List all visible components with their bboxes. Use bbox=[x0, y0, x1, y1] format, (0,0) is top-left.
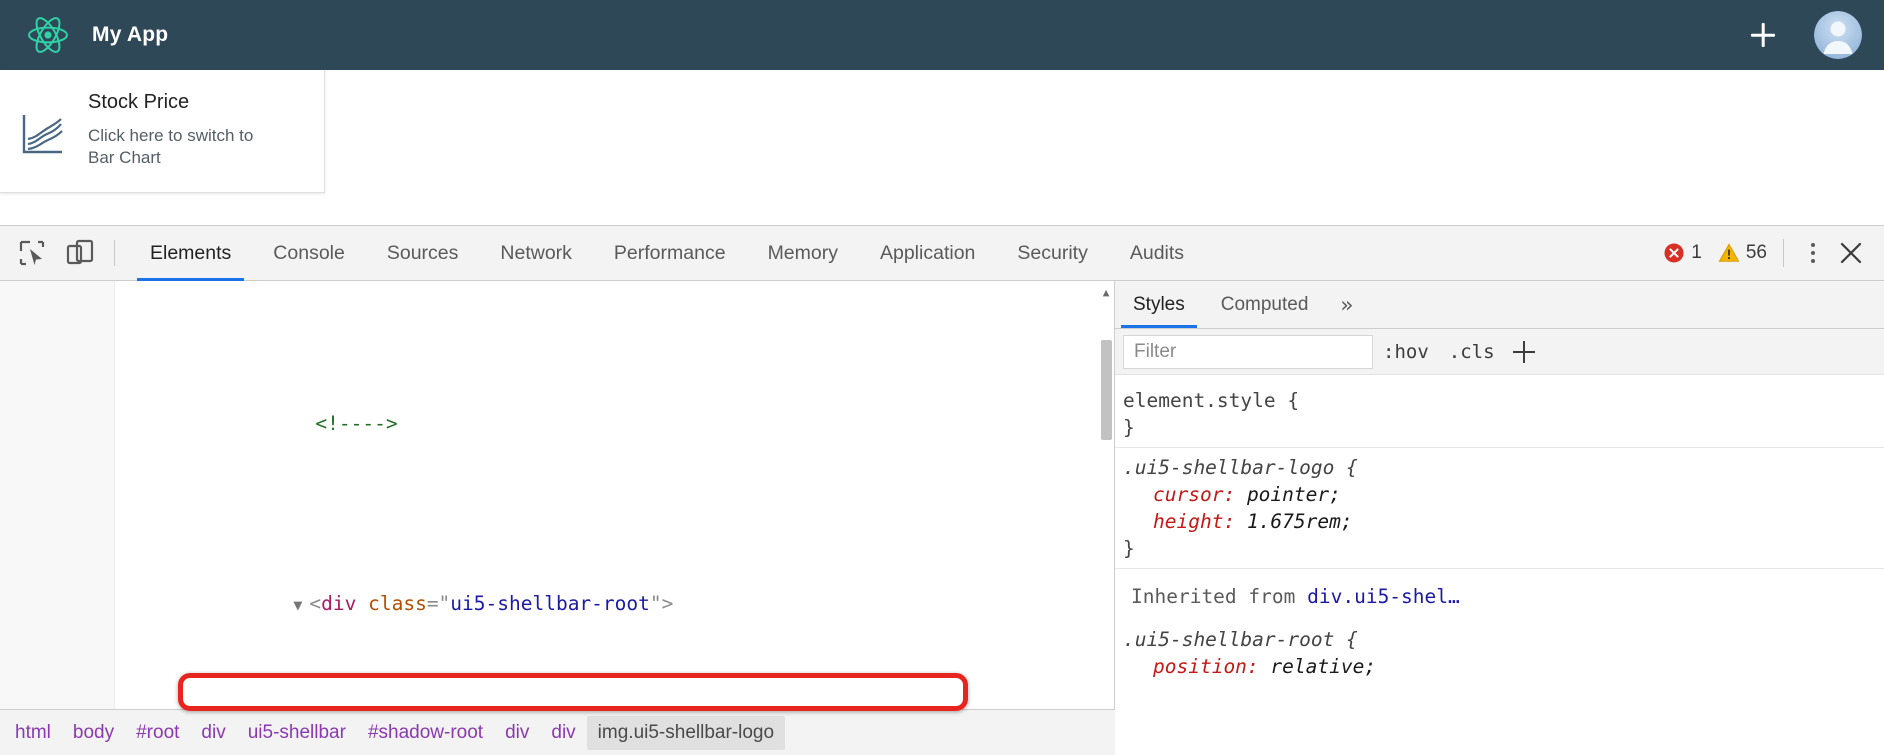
dom-scrollbar[interactable]: ▲ bbox=[1099, 285, 1113, 737]
inspect-cursor-icon[interactable] bbox=[12, 233, 52, 273]
line-chart-icon bbox=[20, 112, 66, 158]
breadcrumb-item-html[interactable]: html bbox=[4, 716, 62, 750]
inherited-source[interactable]: div.ui5-shel… bbox=[1307, 585, 1460, 608]
breadcrumb-item-body[interactable]: body bbox=[62, 716, 125, 750]
error-badge[interactable]: 1 bbox=[1663, 242, 1702, 264]
device-toolbar-icon[interactable] bbox=[60, 233, 100, 273]
tab-styles[interactable]: Styles bbox=[1115, 281, 1203, 328]
app-title: My App bbox=[92, 23, 168, 47]
scrollbar-thumb[interactable] bbox=[1101, 340, 1112, 440]
filter-input[interactable] bbox=[1123, 335, 1373, 369]
styles-filter-row: :hov .cls bbox=[1115, 329, 1884, 375]
rule-close-brace: } bbox=[1123, 535, 1884, 562]
card-text: Stock Price Click here to switch to Bar … bbox=[88, 90, 273, 169]
rule-selector: .ui5-shellbar-root { bbox=[1123, 626, 1884, 653]
chevron-double-right-icon[interactable]: » bbox=[1326, 281, 1367, 328]
shellbar: My App bbox=[0, 0, 1884, 70]
screen: My App bbox=[0, 0, 1884, 755]
breadcrumb-item-div-3[interactable]: div bbox=[540, 716, 586, 750]
breadcrumb-item-ui5-shellbar[interactable]: ui5-shellbar bbox=[237, 716, 357, 750]
style-rule-shellbar-logo[interactable]: .ui5-shellbar-logo { cursor: pointer; he… bbox=[1115, 448, 1884, 569]
close-icon[interactable] bbox=[1832, 234, 1870, 272]
dom-gutter bbox=[0, 281, 115, 755]
breadcrumb-item-root[interactable]: #root bbox=[125, 716, 190, 750]
devtools-tabbar: Elements Console Sources Network Perform… bbox=[0, 226, 1884, 281]
breadcrumb: html body #root div ui5-shellbar #shadow… bbox=[0, 709, 1115, 755]
rule-selector: element.style { bbox=[1123, 387, 1884, 414]
toolbar-divider bbox=[114, 240, 115, 266]
dom-tree-code: <!----> ▼<div class="ui5-shellbar-root">… bbox=[115, 281, 1114, 755]
card-title: Stock Price bbox=[88, 90, 273, 115]
style-rule-element-style[interactable]: element.style { } bbox=[1115, 381, 1884, 448]
declaration-height[interactable]: height: 1.675rem; bbox=[1123, 508, 1884, 535]
app-region: My App bbox=[0, 0, 1884, 225]
breadcrumb-item-div[interactable]: div bbox=[190, 716, 236, 750]
tab-application[interactable]: Application bbox=[859, 226, 996, 281]
cls-button[interactable]: .cls bbox=[1439, 341, 1505, 363]
react-atom-logo-icon[interactable] bbox=[26, 13, 70, 57]
error-circle-icon bbox=[1663, 242, 1685, 264]
tab-console[interactable]: Console bbox=[252, 226, 366, 281]
tab-elements[interactable]: Elements bbox=[129, 226, 252, 281]
shellbar-left: My App bbox=[26, 13, 168, 57]
kebab-menu-icon[interactable] bbox=[1800, 238, 1826, 268]
warning-count: 56 bbox=[1746, 242, 1767, 264]
stock-price-card[interactable]: Stock Price Click here to switch to Bar … bbox=[0, 70, 325, 193]
expand-triangle-icon[interactable]: ▼ bbox=[293, 590, 309, 620]
devtools-panel: Elements Console Sources Network Perform… bbox=[0, 225, 1884, 755]
declaration-cursor[interactable]: cursor: pointer; bbox=[1123, 481, 1884, 508]
tab-memory[interactable]: Memory bbox=[747, 226, 859, 281]
avatar[interactable] bbox=[1814, 11, 1862, 59]
app-body: Stock Price Click here to switch to Bar … bbox=[0, 70, 1884, 225]
tab-performance[interactable]: Performance bbox=[593, 226, 747, 281]
tab-computed[interactable]: Computed bbox=[1203, 281, 1327, 328]
plus-icon[interactable] bbox=[1746, 18, 1780, 52]
shellbar-right bbox=[1746, 11, 1862, 59]
rule-close-brace: } bbox=[1123, 414, 1884, 441]
inherited-section: Inherited from div.ui5-shel… bbox=[1115, 569, 1884, 620]
card-subtitle: Click here to switch to Bar Chart bbox=[88, 125, 273, 169]
scroll-up-arrow-icon[interactable]: ▲ bbox=[1099, 285, 1113, 299]
dom-tree-pane: <!----> ▼<div class="ui5-shellbar-root">… bbox=[0, 281, 1115, 755]
dom-line[interactable]: <!----> bbox=[115, 379, 1114, 469]
inherited-label: Inherited from div.ui5-shel… bbox=[1123, 575, 1884, 614]
breadcrumb-item-shadow-root[interactable]: #shadow-root bbox=[357, 716, 494, 750]
error-count: 1 bbox=[1691, 242, 1702, 264]
hov-button[interactable]: :hov bbox=[1373, 341, 1439, 363]
dom-tree-scroll[interactable]: <!----> ▼<div class="ui5-shellbar-root">… bbox=[0, 281, 1114, 755]
new-style-rule-plus-icon[interactable] bbox=[1511, 339, 1537, 365]
tab-audits[interactable]: Audits bbox=[1109, 226, 1205, 281]
warning-triangle-icon bbox=[1718, 242, 1740, 264]
styles-tabbar: Styles Computed » bbox=[1115, 281, 1884, 329]
breadcrumb-item-div-2[interactable]: div bbox=[494, 716, 540, 750]
styles-rules: element.style { } .ui5-shellbar-logo { c… bbox=[1115, 375, 1884, 755]
dom-line[interactable]: ▼<div class="ui5-shellbar-root"> bbox=[115, 559, 1114, 650]
devtools-main: <!----> ▼<div class="ui5-shellbar-root">… bbox=[0, 281, 1884, 755]
style-rule-shellbar-root[interactable]: .ui5-shellbar-root { position: relative; bbox=[1115, 620, 1884, 686]
warning-badge[interactable]: 56 bbox=[1718, 242, 1767, 264]
tab-security[interactable]: Security bbox=[996, 226, 1108, 281]
declaration-position[interactable]: position: relative; bbox=[1123, 653, 1884, 680]
tab-sources[interactable]: Sources bbox=[366, 226, 480, 281]
tab-network[interactable]: Network bbox=[479, 226, 593, 281]
devtools-tabs: Elements Console Sources Network Perform… bbox=[129, 226, 1205, 281]
devtools-toolbar-right: 1 56 bbox=[1663, 234, 1884, 272]
styles-pane: Styles Computed » :hov .cls element.styl… bbox=[1115, 281, 1884, 755]
toolbar-divider-2 bbox=[1783, 239, 1784, 267]
rule-selector: .ui5-shellbar-logo { bbox=[1123, 454, 1884, 481]
breadcrumb-item-img-logo[interactable]: img.ui5-shellbar-logo bbox=[587, 716, 785, 750]
